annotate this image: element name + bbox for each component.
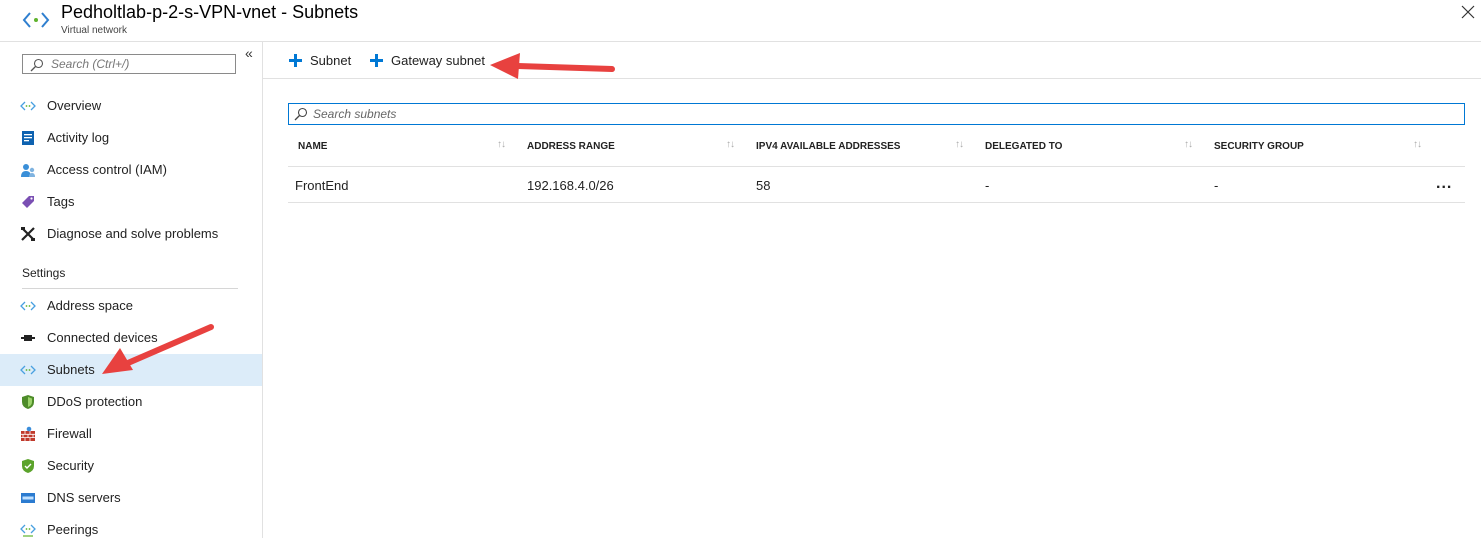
more-options-icon[interactable]: ... [1436, 175, 1452, 193]
wrench-icon [21, 227, 35, 241]
security-shield-icon [22, 459, 34, 473]
dns-icon [21, 493, 35, 503]
page-subtitle: Virtual network [61, 25, 127, 36]
sidebar-item-label: Diagnose and solve problems [47, 226, 219, 241]
search-icon [30, 58, 44, 72]
sidebar-item-overview[interactable]: Overview [0, 90, 262, 122]
sidebar-item-activity-log[interactable]: Activity log [0, 122, 262, 154]
add-subnet-label: Subnet [310, 53, 352, 68]
sidebar-item-label: Peerings [47, 522, 99, 537]
subnet-search-box[interactable] [288, 103, 1465, 125]
sort-icon[interactable]: ↑↓ [1184, 139, 1193, 150]
vnet-icon [20, 365, 36, 375]
annotation-arrow [490, 53, 615, 79]
sidebar-item-ddos-protection[interactable]: DDoS protection [0, 386, 262, 418]
menu-search-box[interactable] [22, 54, 236, 74]
firewall-icon [21, 426, 35, 441]
activity-log-icon [22, 131, 34, 145]
sidebar-item-label: DNS servers [47, 490, 121, 505]
sort-icon[interactable]: ↑↓ [955, 139, 964, 150]
table-row-divider [288, 202, 1465, 203]
shield-icon [22, 395, 34, 409]
tag-icon [22, 196, 34, 208]
sidebar-item-label: Access control (IAM) [47, 162, 167, 177]
resource-menu: « Overview Activity log Access control (… [0, 42, 263, 538]
sidebar-item-tags[interactable]: Tags [0, 186, 262, 218]
add-gateway-subnet-label: Gateway subnet [391, 53, 485, 68]
page-title: Pedholtlab-p-2-s-VPN-vnet - Subnets [61, 2, 359, 22]
cell-delegated-to: - [985, 178, 990, 193]
section-divider [22, 288, 238, 289]
sidebar-item-peerings[interactable]: Peerings [0, 514, 262, 546]
plug-icon [21, 335, 35, 341]
sort-icon[interactable]: ↑↓ [497, 139, 506, 150]
cell-available-addresses: 58 [756, 178, 771, 193]
close-icon[interactable] [1461, 5, 1475, 19]
column-header-address-range[interactable]: ADDRESS RANGE [527, 141, 615, 152]
virtual-network-icon [22, 12, 50, 28]
sort-icon[interactable]: ↑↓ [726, 139, 735, 150]
command-bar: Subnet Gateway subnet [263, 42, 1481, 79]
column-header-delegated-to[interactable]: DELEGATED TO [985, 141, 1062, 152]
sidebar-item-access-control[interactable]: Access control (IAM) [0, 154, 262, 186]
sidebar-item-security[interactable]: Security [0, 450, 262, 482]
sidebar-item-label: Firewall [47, 426, 92, 441]
settings-section-label: Settings [22, 266, 66, 280]
sort-icon[interactable]: ↑↓ [1413, 139, 1422, 150]
cell-name[interactable]: FrontEnd [295, 178, 348, 193]
sidebar-item-firewall[interactable]: Firewall [0, 418, 262, 450]
table-header-divider [288, 166, 1465, 167]
vnet-icon [20, 101, 36, 111]
sidebar-item-label: Security [47, 458, 94, 473]
sidebar-item-label: Tags [47, 194, 75, 209]
vnet-icon [20, 301, 36, 311]
iam-icon [21, 164, 35, 177]
sidebar-item-dns-servers[interactable]: DNS servers [0, 482, 262, 514]
plus-icon [289, 54, 302, 67]
collapse-menu-icon[interactable]: « [245, 45, 253, 61]
peering-icon [20, 524, 36, 537]
annotation-arrow [102, 324, 214, 374]
sidebar-item-address-space[interactable]: Address space [0, 290, 262, 322]
sidebar-item-label: Address space [47, 298, 133, 313]
cell-address-range: 192.168.4.0/26 [527, 178, 614, 193]
sidebar-item-diagnose[interactable]: Diagnose and solve problems [0, 218, 262, 250]
column-header-ipv4-available[interactable]: IPV4 AVAILABLE ADDRESSES [756, 141, 900, 152]
sidebar-item-label: Subnets [47, 362, 95, 377]
menu-search-input[interactable] [51, 56, 231, 72]
blade-header: Pedholtlab-p-2-s-VPN-vnet - Subnets Virt… [0, 0, 1481, 42]
sidebar-item-label: Activity log [47, 130, 110, 145]
column-header-name[interactable]: NAME [298, 141, 327, 152]
cell-security-group: - [1214, 178, 1219, 193]
sidebar-item-label: DDoS protection [47, 394, 143, 409]
search-icon [294, 107, 308, 121]
column-header-security-group[interactable]: SECURITY GROUP [1214, 141, 1304, 152]
subnet-search-input[interactable] [313, 106, 1413, 122]
plus-icon [370, 54, 383, 67]
sidebar-item-label: Overview [47, 98, 102, 113]
